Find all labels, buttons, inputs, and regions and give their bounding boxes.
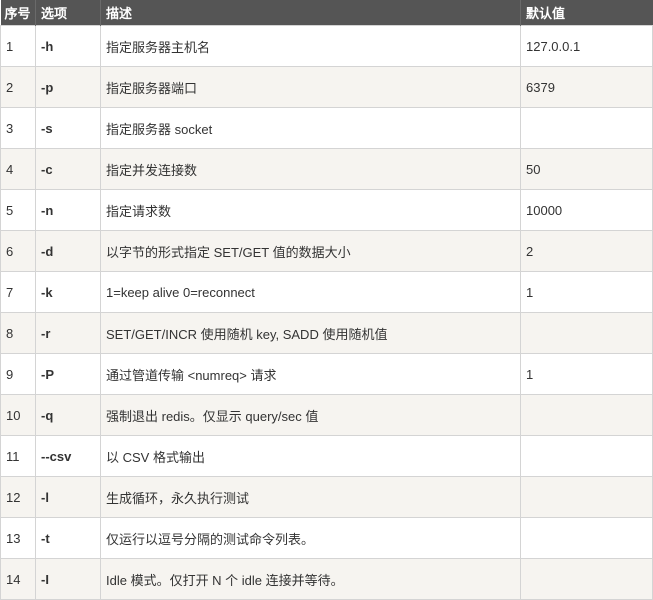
cell-description: 强制退出 redis。仅显示 query/sec 值 bbox=[100, 394, 521, 436]
cell-index: 11 bbox=[0, 435, 36, 477]
cell-default: 10000 bbox=[520, 189, 653, 231]
table-row: 10 -q 强制退出 redis。仅显示 query/sec 值 bbox=[0, 394, 653, 436]
cell-option: -P bbox=[35, 353, 101, 395]
table-row: 11 --csv 以 CSV 格式输出 bbox=[0, 435, 653, 477]
cell-default bbox=[520, 312, 653, 354]
cell-default: 1 bbox=[520, 353, 653, 395]
cell-default: 2 bbox=[520, 230, 653, 272]
cell-description: 仅运行以逗号分隔的测试命令列表。 bbox=[100, 517, 521, 559]
cell-description: 以 CSV 格式输出 bbox=[100, 435, 521, 477]
table-row: 13 -t 仅运行以逗号分隔的测试命令列表。 bbox=[0, 517, 653, 559]
table-row: 9 -P 通过管道传输 <numreq> 请求 1 bbox=[0, 353, 653, 395]
cell-option: -d bbox=[35, 230, 101, 272]
table-row: 7 -k 1=keep alive 0=reconnect 1 bbox=[0, 271, 653, 313]
cell-default: 6379 bbox=[520, 66, 653, 108]
cell-description: 指定服务器端口 bbox=[100, 66, 521, 108]
cell-description: 指定服务器 socket bbox=[100, 107, 521, 149]
cell-index: 3 bbox=[0, 107, 36, 149]
cell-option: -l bbox=[35, 476, 101, 518]
cell-option: -r bbox=[35, 312, 101, 354]
redis-benchmark-options-table: 序号 选项 描述 默认值 1 -h 指定服务器主机名 127.0.0.1 2 -… bbox=[0, 0, 653, 600]
cell-option: -q bbox=[35, 394, 101, 436]
cell-index: 14 bbox=[0, 558, 36, 600]
header-description: 描述 bbox=[100, 0, 521, 26]
cell-default: 50 bbox=[520, 148, 653, 190]
cell-option: -c bbox=[35, 148, 101, 190]
cell-option: -p bbox=[35, 66, 101, 108]
cell-description: 1=keep alive 0=reconnect bbox=[100, 271, 521, 313]
table-row: 2 -p 指定服务器端口 6379 bbox=[0, 66, 653, 108]
cell-description: SET/GET/INCR 使用随机 key, SADD 使用随机值 bbox=[100, 312, 521, 354]
header-index: 序号 bbox=[0, 0, 36, 26]
cell-option: -t bbox=[35, 517, 101, 559]
table-row: 8 -r SET/GET/INCR 使用随机 key, SADD 使用随机值 bbox=[0, 312, 653, 354]
table-header: 序号 选项 描述 默认值 bbox=[0, 0, 653, 26]
cell-default bbox=[520, 517, 653, 559]
cell-option: -h bbox=[35, 25, 101, 67]
cell-description: 指定并发连接数 bbox=[100, 148, 521, 190]
cell-default: 127.0.0.1 bbox=[520, 25, 653, 67]
table-row: 4 -c 指定并发连接数 50 bbox=[0, 148, 653, 190]
cell-index: 10 bbox=[0, 394, 36, 436]
cell-index: 6 bbox=[0, 230, 36, 272]
cell-index: 8 bbox=[0, 312, 36, 354]
cell-default bbox=[520, 435, 653, 477]
cell-index: 13 bbox=[0, 517, 36, 559]
table-row: 6 -d 以字节的形式指定 SET/GET 值的数据大小 2 bbox=[0, 230, 653, 272]
cell-index: 2 bbox=[0, 66, 36, 108]
cell-index: 12 bbox=[0, 476, 36, 518]
cell-description: 以字节的形式指定 SET/GET 值的数据大小 bbox=[100, 230, 521, 272]
cell-default: 1 bbox=[520, 271, 653, 313]
table-row: 5 -n 指定请求数 10000 bbox=[0, 189, 653, 231]
cell-default bbox=[520, 558, 653, 600]
table-row: 14 -I Idle 模式。仅打开 N 个 idle 连接并等待。 bbox=[0, 558, 653, 600]
header-row: 序号 选项 描述 默认值 bbox=[0, 0, 653, 26]
table-row: 1 -h 指定服务器主机名 127.0.0.1 bbox=[0, 25, 653, 67]
cell-option: --csv bbox=[35, 435, 101, 477]
cell-default bbox=[520, 107, 653, 149]
cell-index: 7 bbox=[0, 271, 36, 313]
cell-option: -I bbox=[35, 558, 101, 600]
cell-description: 指定请求数 bbox=[100, 189, 521, 231]
cell-description: 指定服务器主机名 bbox=[100, 25, 521, 67]
cell-description: 通过管道传输 <numreq> 请求 bbox=[100, 353, 521, 395]
table-body: 1 -h 指定服务器主机名 127.0.0.1 2 -p 指定服务器端口 637… bbox=[0, 25, 653, 600]
cell-index: 9 bbox=[0, 353, 36, 395]
cell-description: 生成循环，永久执行测试 bbox=[100, 476, 521, 518]
cell-default bbox=[520, 394, 653, 436]
cell-description: Idle 模式。仅打开 N 个 idle 连接并等待。 bbox=[100, 558, 521, 600]
header-default: 默认值 bbox=[520, 0, 653, 26]
cell-index: 5 bbox=[0, 189, 36, 231]
table-row: 12 -l 生成循环，永久执行测试 bbox=[0, 476, 653, 518]
cell-option: -s bbox=[35, 107, 101, 149]
table-row: 3 -s 指定服务器 socket bbox=[0, 107, 653, 149]
cell-index: 1 bbox=[0, 25, 36, 67]
cell-default bbox=[520, 476, 653, 518]
header-option: 选项 bbox=[35, 0, 101, 26]
cell-option: -k bbox=[35, 271, 101, 313]
cell-option: -n bbox=[35, 189, 101, 231]
cell-index: 4 bbox=[0, 148, 36, 190]
